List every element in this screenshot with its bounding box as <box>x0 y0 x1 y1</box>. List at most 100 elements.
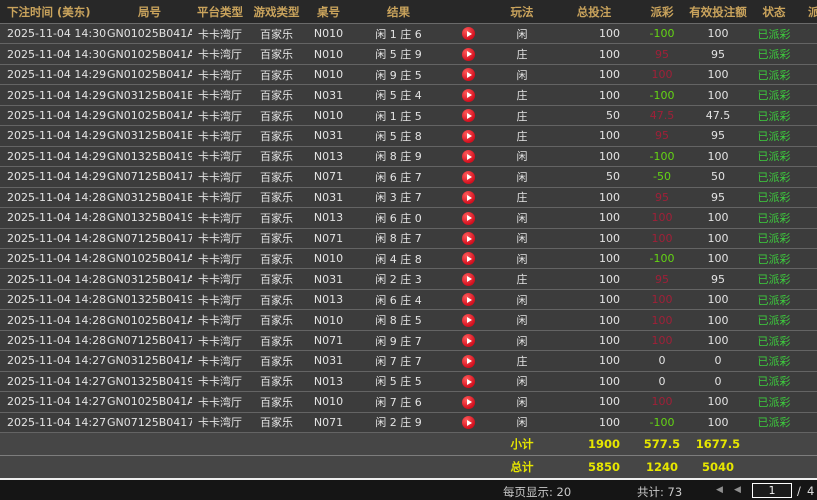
payout-value: 100 <box>636 334 688 347</box>
table-row: 2025-11-04 14:28:52GN01325B0419O卡卡湾厅百家乐N… <box>0 208 817 228</box>
play-video-icon[interactable] <box>462 191 475 204</box>
status-label: 已派彩 <box>748 230 800 246</box>
play-triangle <box>467 256 472 262</box>
payout-value: -100 <box>636 252 688 265</box>
total-count: 共计: 73 <box>637 484 682 500</box>
valid-bet: 50 <box>688 170 748 183</box>
play-video-icon[interactable] <box>462 252 475 265</box>
col-header-round: 局号 <box>107 4 192 20</box>
play-video-icon[interactable] <box>462 48 475 61</box>
play-video-icon[interactable] <box>462 355 475 368</box>
col-header-partial: 派 <box>800 4 817 20</box>
game-result: 闲 8 庄 7 <box>352 230 445 246</box>
play-video-button <box>445 313 492 327</box>
bet-time: 2025-11-04 14:28:15 <box>0 293 107 306</box>
play-video-button <box>445 211 492 225</box>
total-bet: 100 <box>552 314 636 327</box>
table-row: 2025-11-04 14:27:55GN03125B041AY卡卡湾厅百家乐N… <box>0 351 817 371</box>
play-video-icon[interactable] <box>462 314 475 327</box>
platform-type: 卡卡湾厅 <box>192 333 248 349</box>
game-type: 百家乐 <box>248 108 305 124</box>
payout-value: 100 <box>636 211 688 224</box>
bet-time: 2025-11-04 14:29:18 <box>0 150 107 163</box>
subtotal-total-bet: 1900 <box>552 437 636 451</box>
play-video-icon[interactable] <box>462 375 475 388</box>
play-video-icon[interactable] <box>462 150 475 163</box>
play-video-icon[interactable] <box>462 89 475 102</box>
platform-type: 卡卡湾厅 <box>192 251 248 267</box>
payout-value: -100 <box>636 89 688 102</box>
play-video-icon[interactable] <box>462 130 475 143</box>
play-video-icon[interactable] <box>462 232 475 245</box>
total-count-value: 73 <box>668 485 683 499</box>
bet-time: 2025-11-04 14:29:39 <box>0 89 107 102</box>
play-video-icon[interactable] <box>462 109 475 122</box>
valid-bet: 100 <box>688 211 748 224</box>
play-video-button <box>445 191 492 205</box>
play-video-icon[interactable] <box>462 68 475 81</box>
valid-bet: 0 <box>688 375 748 388</box>
round-id: GN01025B041AQ <box>107 48 192 61</box>
payout-value: 100 <box>636 232 688 245</box>
play-triangle <box>467 51 472 57</box>
game-result: 闲 2 庄 9 <box>352 414 445 430</box>
play-video-icon[interactable] <box>462 171 475 184</box>
payout-value: 100 <box>636 314 688 327</box>
play-video-button <box>445 395 492 409</box>
game-type: 百家乐 <box>248 414 305 430</box>
payout-value: 0 <box>636 375 688 388</box>
play-triangle <box>467 113 472 119</box>
play-video-icon[interactable] <box>462 27 475 40</box>
bet-time: 2025-11-04 14:28:05 <box>0 314 107 327</box>
play-triangle <box>467 72 472 78</box>
play-video-icon[interactable] <box>462 416 475 429</box>
platform-type: 卡卡湾厅 <box>192 414 248 430</box>
first-page-arrow-icon[interactable]: ◀ <box>716 485 723 495</box>
play-video-button <box>445 232 492 246</box>
play-triangle <box>467 358 472 364</box>
play-video-icon[interactable] <box>462 273 475 286</box>
play-triangle <box>467 31 472 37</box>
table-row: 2025-11-04 14:28:33GN01025B041AM卡卡湾厅百家乐N… <box>0 249 817 269</box>
table-header: 下注时间 (美东)局号平台类型游戏类型桌号结果玩法总投注派彩有效投注额状态派 <box>0 0 817 24</box>
table-number: N071 <box>305 170 352 183</box>
bet-time: 2025-11-04 14:28:03 <box>0 334 107 347</box>
play-triangle <box>467 215 472 221</box>
round-id: GN07125B0417W <box>107 170 192 183</box>
table-row: 2025-11-04 14:28:03GN07125B0417U卡卡湾厅百家乐N… <box>0 331 817 351</box>
pagination-footer: 每页显示: 20 共计: 73 ◀ ◀ / 4 <box>0 478 817 500</box>
game-result: 闲 5 庄 4 <box>352 87 445 103</box>
round-id: GN01325B0419N <box>107 293 192 306</box>
play-video-button <box>445 47 492 61</box>
prev-page-arrow-icon[interactable]: ◀ <box>734 485 741 495</box>
game-type: 百家乐 <box>248 353 305 369</box>
valid-bet: 95 <box>688 48 748 61</box>
valid-bet: 47.5 <box>688 109 748 122</box>
platform-type: 卡卡湾厅 <box>192 148 248 164</box>
play-video-icon[interactable] <box>462 212 475 225</box>
bet-time: 2025-11-04 14:30:44 <box>0 27 107 40</box>
page-input[interactable] <box>752 483 792 498</box>
total-bet: 100 <box>552 211 636 224</box>
play-video-button <box>445 334 492 348</box>
game-result: 闲 5 庄 5 <box>352 373 445 389</box>
bet-type: 闲 <box>492 251 552 267</box>
table-number: N010 <box>305 48 352 61</box>
status-label: 已派彩 <box>748 353 800 369</box>
table-row: 2025-11-04 14:27:49GN01325B0419M卡卡湾厅百家乐N… <box>0 372 817 392</box>
play-video-button <box>445 416 492 430</box>
table-row: 2025-11-04 14:28:15GN01325B0419N卡卡湾厅百家乐N… <box>0 290 817 310</box>
play-video-icon[interactable] <box>462 396 475 409</box>
play-triangle <box>467 276 472 282</box>
play-video-icon[interactable] <box>462 334 475 347</box>
platform-type: 卡卡湾厅 <box>192 292 248 308</box>
bet-time: 2025-11-04 14:27:49 <box>0 375 107 388</box>
play-video-icon[interactable] <box>462 293 475 306</box>
game-result: 闲 9 庄 7 <box>352 333 445 349</box>
play-triangle <box>467 317 472 323</box>
table-row: 2025-11-04 14:28:49GN07125B0417V卡卡湾厅百家乐N… <box>0 229 817 249</box>
game-type: 百家乐 <box>248 67 305 83</box>
table-row: 2025-11-04 14:29:18GN01325B0419P卡卡湾厅百家乐N… <box>0 147 817 167</box>
round-id: GN01325B0419M <box>107 375 192 388</box>
play-triangle <box>467 133 472 139</box>
